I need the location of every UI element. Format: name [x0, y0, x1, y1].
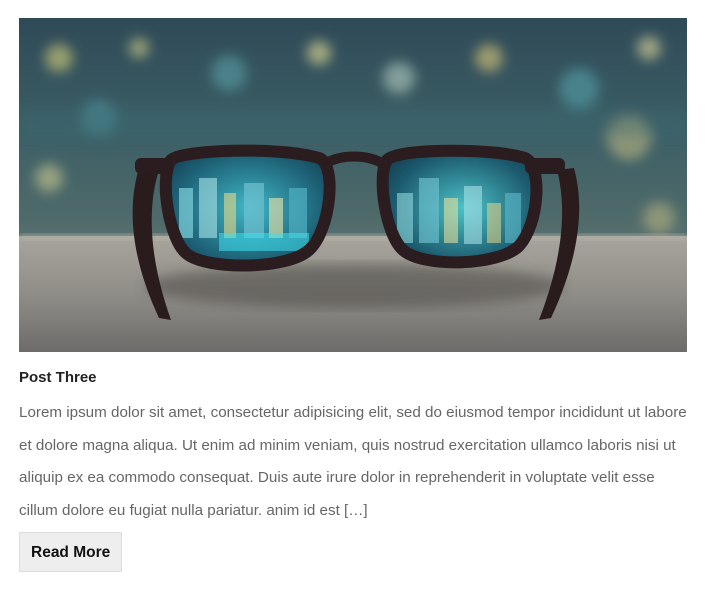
glasses-city-photo — [19, 18, 687, 352]
post-card: Post Three Lorem ipsum dolor sit amet, c… — [19, 18, 687, 572]
post-excerpt: Lorem ipsum dolor sit amet, consectetur … — [19, 404, 687, 519]
read-more-button[interactable]: Read More — [19, 532, 123, 572]
featured-image[interactable] — [19, 18, 687, 352]
post-title[interactable]: Post Three — [19, 368, 687, 388]
